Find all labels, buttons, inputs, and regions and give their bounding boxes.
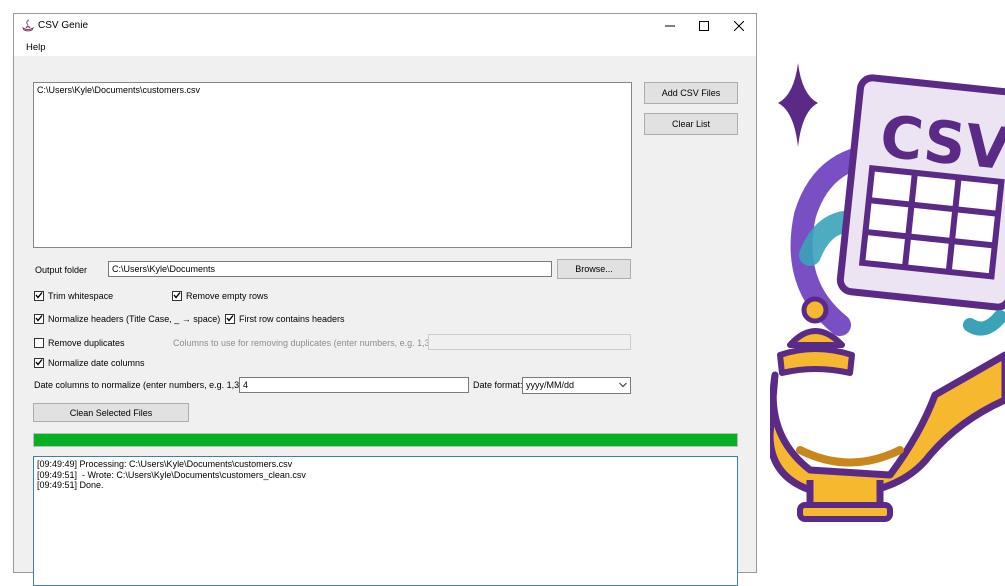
date-columns-label: Date columns to normalize (enter numbers… bbox=[34, 380, 253, 390]
minimize-button[interactable] bbox=[653, 14, 687, 38]
csv-document-icon: CSV bbox=[836, 74, 1005, 336]
remove-duplicates-label: Remove duplicates bbox=[48, 338, 125, 348]
checkmark-icon bbox=[35, 359, 43, 366]
menu-bar: Help bbox=[14, 38, 756, 56]
checkmark-icon bbox=[35, 292, 43, 299]
chevron-down-icon bbox=[619, 382, 627, 388]
log-line: [09:49:49] Processing: C:\Users\Kyle\Doc… bbox=[37, 459, 293, 469]
trim-whitespace-label: Trim whitespace bbox=[48, 291, 114, 301]
maximize-icon bbox=[699, 21, 709, 31]
add-csv-files-button[interactable]: Add CSV Files bbox=[644, 82, 738, 104]
window-title: CSV Genie bbox=[38, 20, 89, 31]
progress-fill bbox=[34, 434, 737, 446]
trim-whitespace-checkbox[interactable] bbox=[34, 291, 44, 301]
normalize-headers-label: Normalize headers (Title Case, _ → space… bbox=[48, 314, 221, 324]
log-output[interactable]: [09:49:49] Processing: C:\Users\Kyle\Doc… bbox=[33, 456, 738, 586]
log-line: [09:49:51] - Wrote: C:\Users\Kyle\Docume… bbox=[37, 469, 306, 480]
normalize-dates-checkbox[interactable] bbox=[34, 358, 44, 368]
dup-columns-label: Columns to use for removing duplicates (… bbox=[173, 338, 443, 348]
date-columns-input[interactable] bbox=[239, 377, 469, 393]
file-list-item[interactable]: C:\Users\Kyle\Documents\customers.csv bbox=[37, 85, 628, 96]
clear-list-button[interactable]: Clear List bbox=[644, 113, 738, 135]
checkmark-icon bbox=[226, 315, 234, 322]
checkmark-icon bbox=[35, 315, 43, 322]
sparkle-icon bbox=[778, 63, 818, 147]
log-lines: [09:49:49] Processing: C:\Users\Kyle\Doc… bbox=[37, 459, 734, 491]
remove-duplicates-checkbox[interactable] bbox=[34, 338, 44, 348]
close-button[interactable] bbox=[722, 14, 756, 38]
first-row-headers-label: First row contains headers bbox=[239, 314, 345, 324]
close-icon bbox=[734, 21, 744, 31]
menu-item-help[interactable]: Help bbox=[26, 42, 46, 53]
csv-genie-logo: CSV bbox=[770, 63, 1005, 522]
genie-lamp-icon bbox=[22, 19, 34, 32]
date-format-label: Date format: bbox=[473, 380, 523, 390]
app-window: CSV Genie Help C:\Users\Kyle\Documents\c… bbox=[13, 13, 757, 586]
remove-empty-rows-checkbox[interactable] bbox=[172, 291, 182, 301]
first-row-headers-checkbox[interactable] bbox=[225, 314, 235, 324]
maximize-button[interactable] bbox=[687, 14, 721, 38]
date-format-select[interactable]: yyyy/MM/dd bbox=[522, 377, 631, 394]
output-folder-input[interactable] bbox=[108, 261, 552, 277]
remove-empty-rows-label: Remove empty rows bbox=[186, 291, 269, 301]
progress-bar bbox=[33, 433, 738, 447]
minimize-icon bbox=[665, 25, 675, 27]
file-list-items: C:\Users\Kyle\Documents\customers.csv bbox=[34, 83, 631, 98]
checkmark-icon bbox=[173, 292, 181, 299]
clean-selected-files-button[interactable]: Clean Selected Files bbox=[33, 403, 189, 422]
file-list[interactable]: C:\Users\Kyle\Documents\customers.csv bbox=[33, 82, 632, 248]
log-line: [09:49:51] Done. bbox=[37, 480, 104, 490]
title-bar: CSV Genie bbox=[14, 14, 756, 38]
browse-button[interactable]: Browse... bbox=[557, 259, 631, 279]
normalize-headers-checkbox[interactable] bbox=[34, 314, 44, 324]
date-format-value: yyyy/MM/dd bbox=[526, 380, 575, 390]
dup-columns-input[interactable] bbox=[428, 334, 631, 350]
output-folder-label: Output folder bbox=[35, 265, 88, 275]
normalize-dates-label: Normalize date columns bbox=[48, 358, 145, 368]
